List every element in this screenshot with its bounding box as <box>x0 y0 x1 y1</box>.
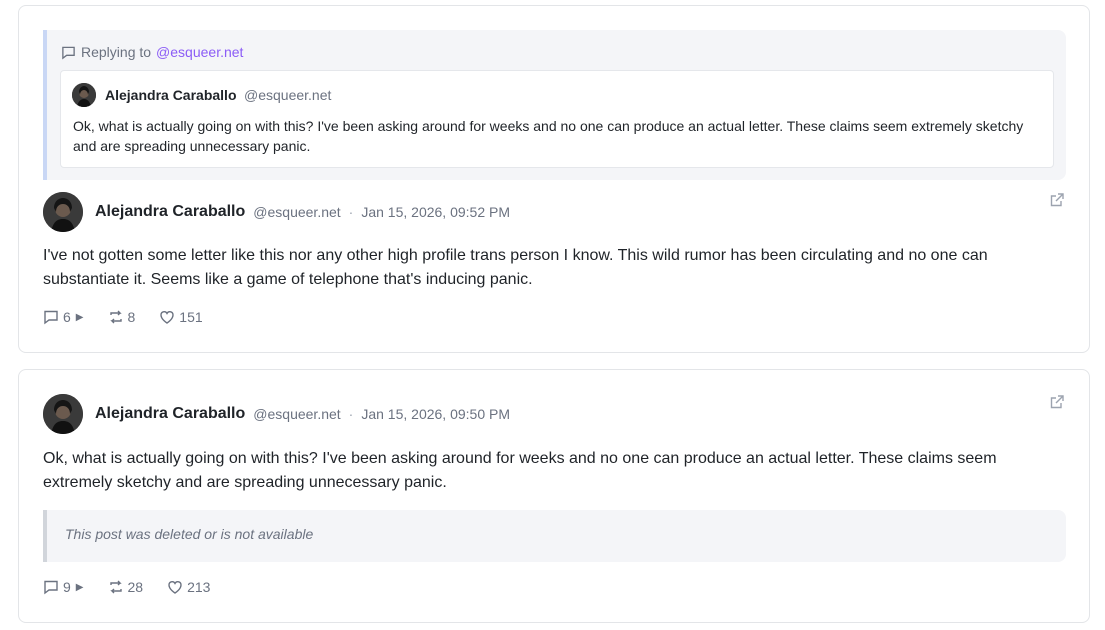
repost-icon <box>109 310 122 324</box>
repost-icon <box>109 580 122 594</box>
external-link-icon[interactable] <box>1049 394 1065 410</box>
author-handle[interactable]: @esqueer.net <box>253 204 340 220</box>
comment-icon <box>44 580 58 595</box>
reply-handle-link[interactable]: @esqueer.net <box>156 44 243 60</box>
heart-icon <box>168 581 182 594</box>
author-name[interactable]: Alejandra Caraballo <box>95 405 245 423</box>
reply-button[interactable]: 9 ▶ <box>43 579 84 595</box>
comment-icon <box>62 46 75 59</box>
post-card[interactable]: Alejandra Caraballo @esqueer.net · Jan 1… <box>18 369 1090 623</box>
repost-button[interactable]: 28 <box>108 579 144 595</box>
reply-button[interactable]: 6 ▶ <box>43 309 84 325</box>
avatar[interactable] <box>43 394 83 434</box>
play-icon[interactable]: ▶ <box>76 312 84 323</box>
post-actions: 6 ▶ 8 151 <box>43 309 203 325</box>
reply-context: Replying to @esqueer.net Alejandra Carab… <box>43 30 1066 180</box>
post-actions: 9 ▶ 28 213 <box>43 579 210 595</box>
heart-icon <box>160 311 174 324</box>
quoted-post[interactable]: Alejandra Caraballo @esqueer.net Ok, wha… <box>60 70 1054 168</box>
like-count: 213 <box>187 579 211 595</box>
comment-icon <box>44 310 58 325</box>
deleted-post-notice: This post was deleted or is not availabl… <box>43 510 1066 562</box>
post-text: I've not gotten some letter like this no… <box>43 247 988 288</box>
post-timestamp[interactable]: Jan 15, 2026, 09:52 PM <box>361 204 510 220</box>
avatar[interactable] <box>43 192 83 232</box>
separator-dot: · <box>348 204 354 220</box>
post-header: Alejandra Caraballo @esqueer.net · Jan 1… <box>43 192 510 232</box>
avatar[interactable] <box>72 83 96 107</box>
post-card[interactable]: Replying to @esqueer.net Alejandra Carab… <box>18 5 1090 353</box>
post-timestamp[interactable]: Jan 15, 2026, 09:50 PM <box>361 406 510 422</box>
like-count: 151 <box>179 309 203 325</box>
like-button[interactable]: 213 <box>167 579 210 595</box>
reply-count: 6 <box>63 309 71 325</box>
repost-button[interactable]: 8 <box>108 309 136 325</box>
post-header: Alejandra Caraballo @esqueer.net · Jan 1… <box>43 394 510 434</box>
like-button[interactable]: 151 <box>159 309 203 325</box>
repost-count: 28 <box>127 579 144 595</box>
quoted-author-name[interactable]: Alejandra Caraballo <box>105 87 237 103</box>
post-text: Ok, what is actually going on with this?… <box>43 450 997 491</box>
external-link-icon[interactable] <box>1049 192 1065 208</box>
quoted-post-text: Ok, what is actually going on with this?… <box>73 118 1024 154</box>
author-name[interactable]: Alejandra Caraballo <box>95 203 245 221</box>
reply-header: Replying to @esqueer.net <box>61 44 243 60</box>
separator-dot: · <box>348 406 354 422</box>
play-icon[interactable]: ▶ <box>76 582 84 593</box>
reply-prefix: Replying to <box>81 44 152 60</box>
reply-count: 9 <box>63 579 71 595</box>
quoted-author-handle[interactable]: @esqueer.net <box>244 87 331 103</box>
author-handle[interactable]: @esqueer.net <box>253 406 340 422</box>
repost-count: 8 <box>127 309 136 325</box>
